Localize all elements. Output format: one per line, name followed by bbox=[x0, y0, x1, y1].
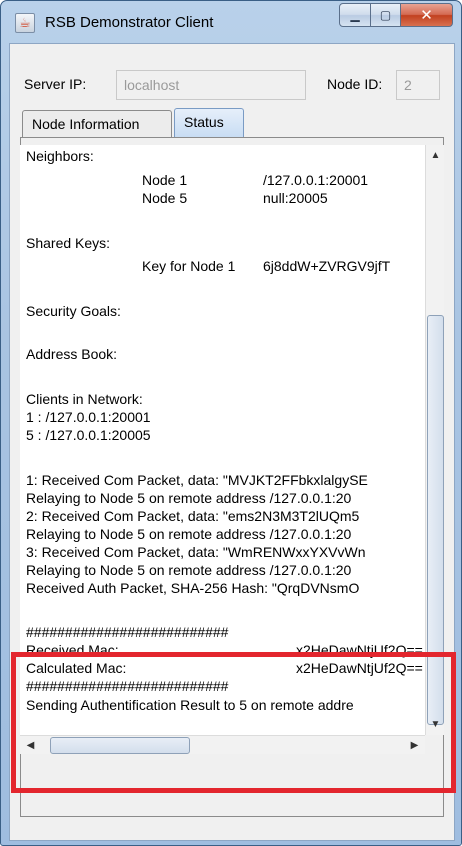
title-bar[interactable]: ☕ RSB Demonstrator Client ▁ ▢ ✕ bbox=[1, 1, 461, 43]
log-line: 2: Received Com Packet, data: "ems2N3M3T… bbox=[26, 508, 360, 524]
maximize-button[interactable]: ▢ bbox=[371, 3, 401, 27]
app-window: ☕ RSB Demonstrator Client ▁ ▢ ✕ Server I… bbox=[0, 0, 462, 846]
maximize-icon: ▢ bbox=[379, 8, 392, 22]
highlight-box bbox=[11, 652, 456, 793]
shared-key-name: Key for Node 1 bbox=[142, 258, 236, 274]
close-icon: ✕ bbox=[420, 7, 433, 24]
shared-keys-heading: Shared Keys: bbox=[26, 235, 111, 251]
server-ip-field[interactable]: localhost bbox=[116, 70, 306, 100]
tab-status[interactable]: Status bbox=[174, 108, 244, 138]
neighbor-address: /127.0.0.1:20001 bbox=[263, 172, 369, 188]
neighbor-address: null:20005 bbox=[263, 190, 328, 206]
vertical-scrollbar[interactable]: ▲ ▼ bbox=[425, 145, 444, 735]
minimize-button[interactable]: ▁ bbox=[339, 3, 371, 27]
log-line: Relaying to Node 5 on remote address /12… bbox=[26, 490, 352, 506]
clients-heading: Clients in Network: bbox=[26, 391, 143, 407]
window-title: RSB Demonstrator Client bbox=[45, 14, 214, 31]
neighbors-heading: Neighbors: bbox=[26, 148, 94, 164]
status-log-textarea[interactable]: Neighbors: Node 1 /127.0.0.1:20001 Node … bbox=[20, 145, 425, 735]
log-line: Received Auth Packet, SHA-256 Hash: "Qrq… bbox=[26, 580, 360, 596]
address-book-heading: Address Book: bbox=[26, 346, 118, 362]
close-button[interactable]: ✕ bbox=[401, 3, 453, 27]
java-app-icon: ☕ bbox=[15, 13, 35, 33]
client-entry: 1 : /127.0.0.1:20001 bbox=[26, 409, 151, 425]
log-line: 3: Received Com Packet, data: "WmRENWxxY… bbox=[26, 544, 366, 560]
log-line: Relaying to Node 5 on remote address /12… bbox=[26, 562, 352, 578]
neighbor-node: Node 5 bbox=[142, 190, 188, 206]
client-entry: 5 : /127.0.0.1:20005 bbox=[26, 427, 151, 443]
window-controls: ▁ ▢ ✕ bbox=[339, 3, 453, 27]
security-goals-heading: Security Goals: bbox=[26, 303, 121, 319]
separator-line: ########################## bbox=[26, 624, 229, 640]
log-line: Relaying to Node 5 on remote address /12… bbox=[26, 526, 352, 542]
node-id-label: Node ID: bbox=[327, 76, 383, 92]
neighbor-node: Node 1 bbox=[142, 172, 188, 188]
tab-node-information[interactable]: Node Information bbox=[22, 110, 172, 138]
server-ip-label: Server IP: bbox=[24, 76, 87, 92]
shared-key-value: 6j8ddW+ZVRGV9jfT bbox=[263, 258, 391, 274]
node-id-field[interactable]: 2 bbox=[396, 70, 440, 100]
minimize-icon: ▁ bbox=[350, 8, 360, 22]
scroll-up-icon[interactable]: ▲ bbox=[427, 147, 444, 164]
log-line: 1: Received Com Packet, data: "MVJKT2FFb… bbox=[26, 472, 368, 488]
